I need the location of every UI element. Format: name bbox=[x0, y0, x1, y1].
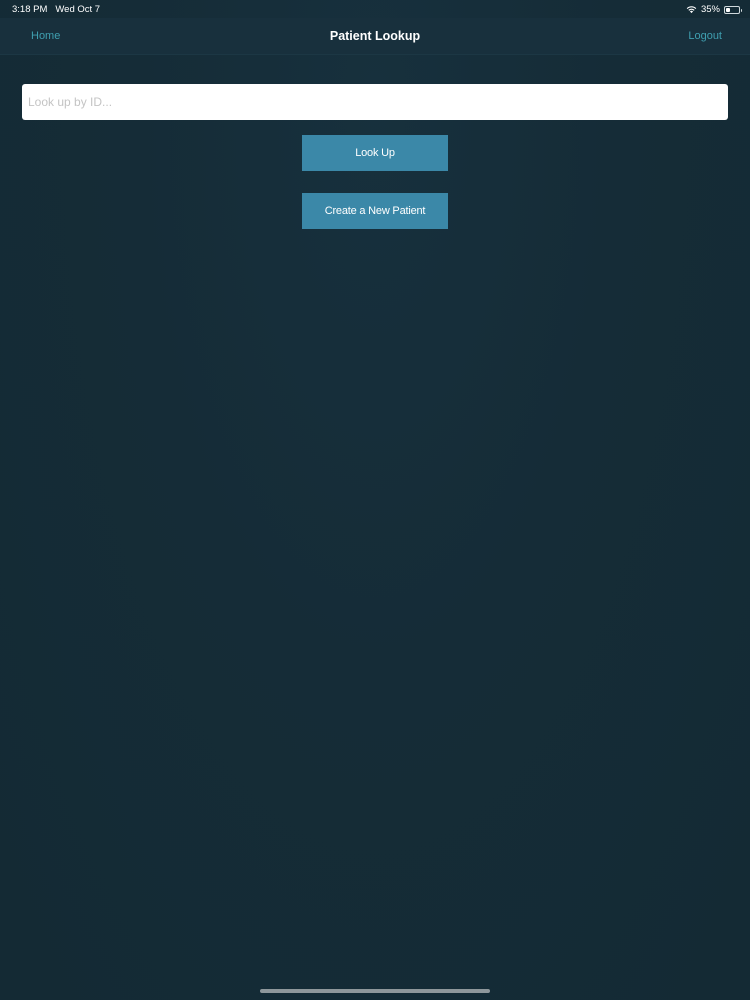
create-new-patient-button[interactable]: Create a New Patient bbox=[302, 193, 448, 229]
battery-icon bbox=[724, 5, 742, 14]
status-bar: 3:18 PM Wed Oct 7 35% bbox=[0, 0, 750, 18]
status-time: 3:18 PM bbox=[12, 4, 48, 15]
battery-percent: 35% bbox=[700, 4, 720, 15]
battery-level-fill bbox=[726, 7, 731, 12]
status-left: 3:18 PM Wed Oct 7 bbox=[12, 4, 100, 15]
logout-button[interactable]: Logout bbox=[688, 30, 722, 42]
patient-id-search-input[interactable] bbox=[22, 84, 728, 120]
status-date: Wed Oct 7 bbox=[55, 4, 101, 15]
home-indicator[interactable] bbox=[260, 989, 490, 993]
wifi-icon bbox=[686, 6, 697, 14]
page-title: Patient Lookup bbox=[329, 29, 421, 43]
status-right: 35% bbox=[686, 4, 742, 15]
app-screen: 3:18 PM Wed Oct 7 35% Home Patient Looku… bbox=[0, 0, 750, 1000]
look-up-button[interactable]: Look Up bbox=[302, 135, 448, 171]
navigation-bar: Home Patient Lookup Logout bbox=[0, 18, 750, 55]
